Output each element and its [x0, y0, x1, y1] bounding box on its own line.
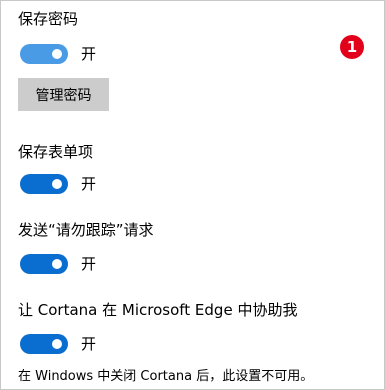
toggle-knob: [52, 179, 62, 189]
cortana-note: 在 Windows 中关闭 Cortana 后，此设置不可用。: [18, 369, 314, 384]
annotation-badge: 1: [340, 35, 364, 59]
save-passwords-toggle-row: 开: [20, 44, 96, 64]
toggle-knob: [52, 49, 62, 59]
toggle-knob: [52, 259, 62, 269]
save-passwords-label: 保存密码: [18, 10, 79, 28]
do-not-track-toggle-state: 开: [81, 255, 97, 273]
cortana-label: 让 Cortana 在 Microsoft Edge 中协助我: [18, 301, 298, 319]
do-not-track-toggle[interactable]: [20, 254, 68, 274]
do-not-track-toggle-row: 开: [20, 254, 96, 274]
cortana-toggle-row: 开: [20, 334, 96, 354]
save-forms-toggle-state: 开: [81, 175, 97, 193]
do-not-track-label: 发送“请勿跟踪”请求: [18, 221, 154, 239]
manage-passwords-button[interactable]: 管理密码: [18, 78, 109, 111]
save-forms-label: 保存表单项: [18, 143, 94, 161]
toggle-knob: [52, 339, 62, 349]
save-forms-toggle-row: 开: [20, 174, 96, 194]
save-passwords-toggle-state: 开: [81, 45, 97, 63]
cortana-toggle[interactable]: [20, 334, 68, 354]
save-passwords-toggle[interactable]: [20, 44, 68, 64]
settings-panel: 保存密码 开 管理密码 1 保存表单项 开 发送“请勿跟踪”请求 开 让 Cor…: [0, 0, 385, 390]
cortana-toggle-state: 开: [81, 335, 97, 353]
save-forms-toggle[interactable]: [20, 174, 68, 194]
